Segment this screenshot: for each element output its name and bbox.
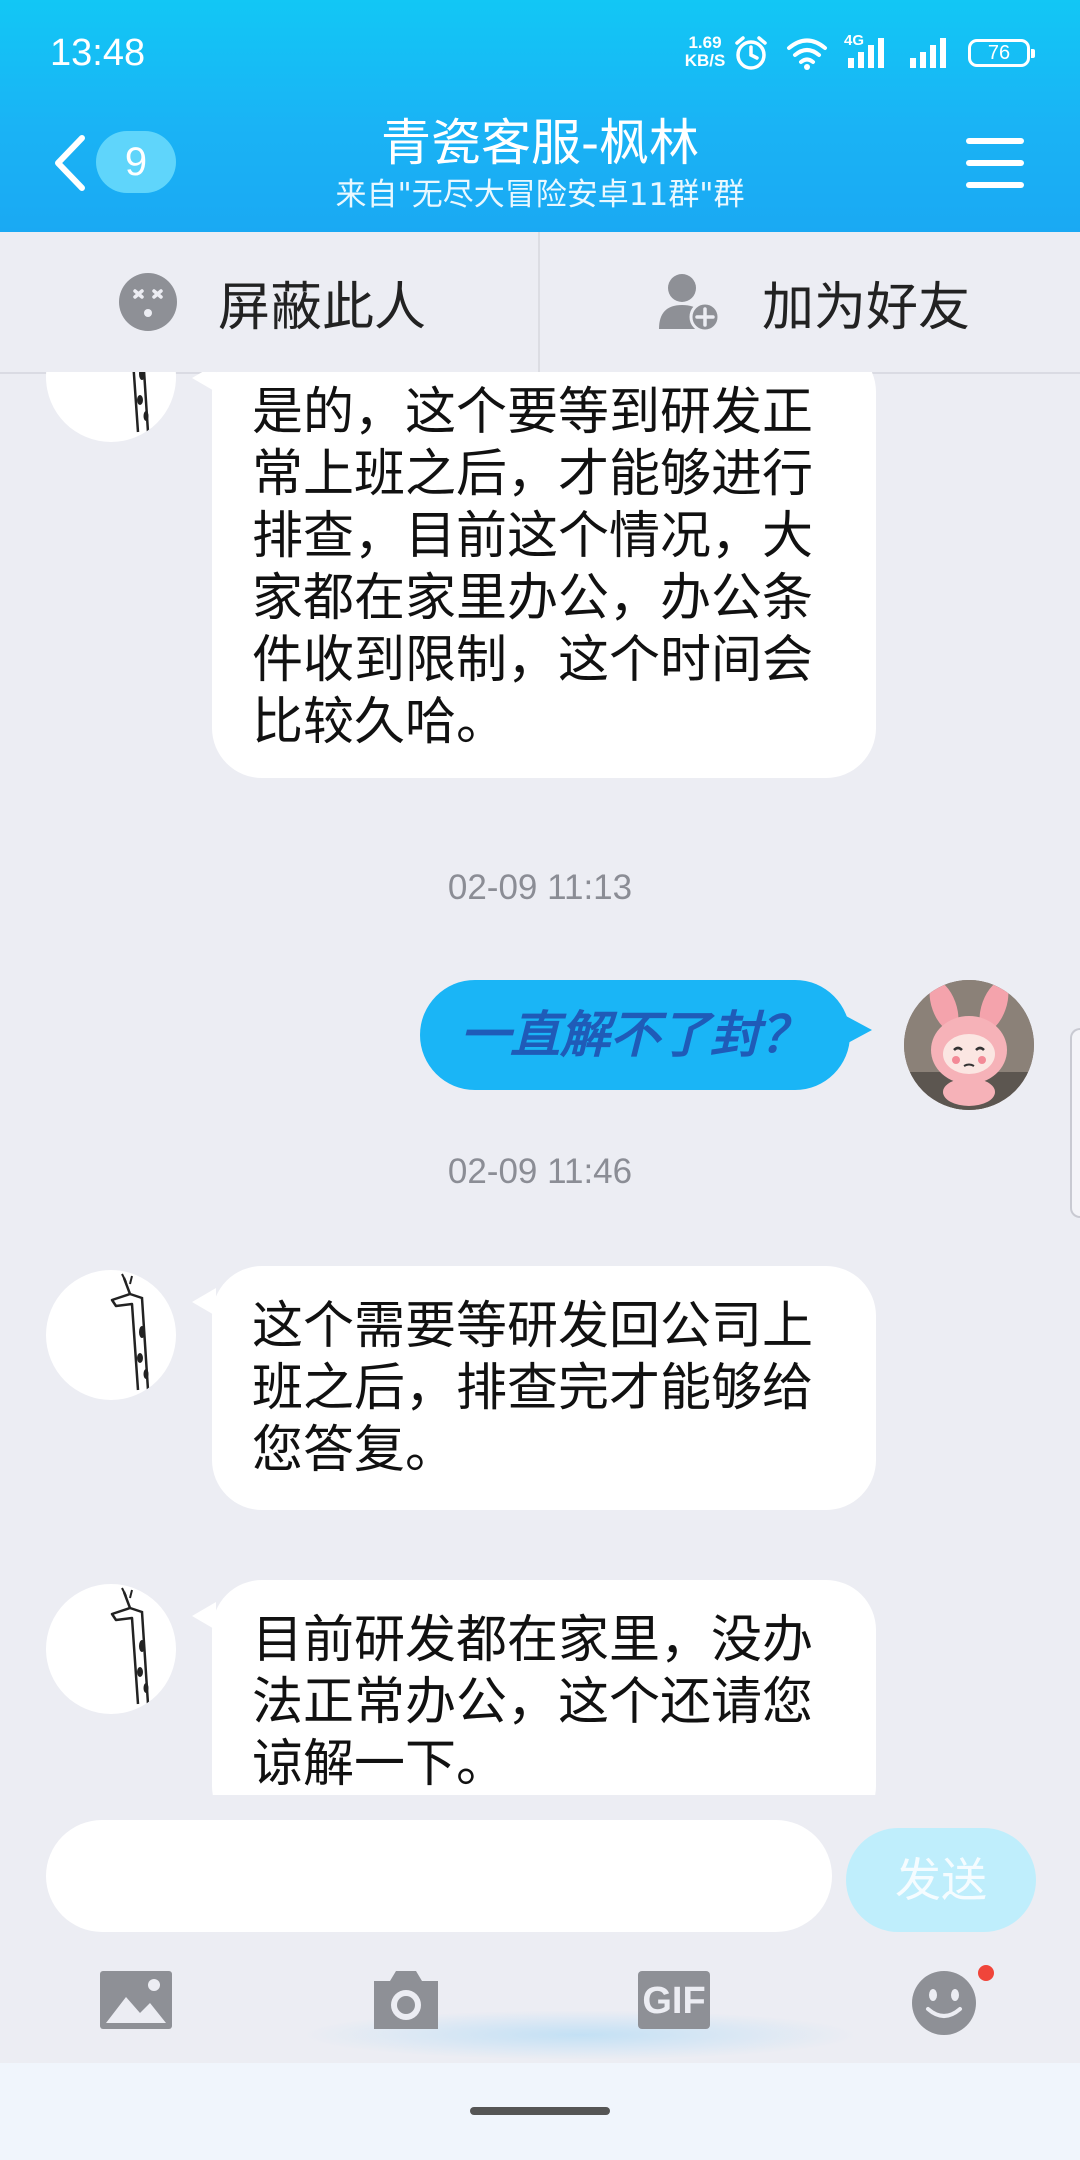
- add-person-icon: [659, 274, 721, 333]
- chevron-left-icon: [55, 135, 85, 191]
- network-speed-unit: KB/S: [684, 51, 726, 70]
- input-area: 发送 GIF: [0, 1795, 1080, 2063]
- scrollbar-handle[interactable]: [1070, 1028, 1080, 1218]
- header: 13:48 1.69 KB/S 4G 76 9 青瓷客服-枫林 来自"无尽大冒险…: [0, 0, 1080, 232]
- battery-icon: 76: [968, 39, 1035, 67]
- add-friend-button[interactable]: 加为好友: [656, 232, 970, 372]
- send-button[interactable]: 发送: [846, 1828, 1036, 1932]
- message-bubble-outgoing[interactable]: 一直解不了封？: [420, 980, 872, 1090]
- home-indicator[interactable]: [470, 2107, 610, 2115]
- menu-button[interactable]: [966, 138, 1024, 188]
- back-button[interactable]: 9: [50, 128, 180, 198]
- signal-bars-icon-2: [910, 38, 946, 68]
- chat-messages[interactable]: 是的，这个要等到研发正常上班之后，才能够进行排查，目前这个情况，大家都在家里办公…: [0, 372, 1080, 1795]
- contact-avatar[interactable]: [46, 1270, 176, 1400]
- menu-line: [966, 160, 1024, 166]
- add-friend-label: 加为好友: [762, 277, 971, 338]
- message-input[interactable]: [46, 1820, 832, 1932]
- user-avatar[interactable]: [904, 980, 1034, 1110]
- chat-subtitle: 来自"无尽大冒险安卓11群"群: [335, 177, 745, 213]
- camera-button[interactable]: [368, 1965, 444, 2035]
- network-speed: 1.69 KB/S: [680, 34, 730, 70]
- action-bar: 屏蔽此人 加为好友: [0, 232, 1080, 374]
- status-time: 13:48: [50, 32, 146, 74]
- network-speed-value: 1.69: [688, 33, 722, 52]
- message-bubble-incoming[interactable]: 是的，这个要等到研发正常上班之后，才能够进行排查，目前这个情况，大家都在家里办公…: [192, 372, 876, 778]
- contact-avatar[interactable]: [46, 372, 176, 442]
- giraffe-avatar-icon: [110, 1587, 150, 1705]
- chat-title-block[interactable]: 青瓷客服-枫林 来自"无尽大冒险安卓11群"群: [240, 112, 840, 216]
- message-timestamp: 02-09 11:46: [447, 1152, 633, 1191]
- status-bar: 13:48 1.69 KB/S 4G 76: [0, 0, 1080, 100]
- giraffe-avatar-icon: [110, 1273, 150, 1391]
- gif-label: GIF: [642, 1980, 706, 2022]
- unread-count-badge: 9: [96, 131, 176, 193]
- gif-button[interactable]: GIF: [636, 1965, 712, 2035]
- navigation-bar: [0, 2063, 1080, 2160]
- emoji-icon: [912, 1965, 994, 2035]
- divider: [538, 232, 540, 372]
- signal-4g: 4G: [844, 32, 892, 70]
- notification-dot: [978, 1965, 994, 1981]
- image-icon: [100, 1971, 172, 2029]
- message-bubble-incoming[interactable]: 这个需要等研发回公司上班之后，排查完才能够给您答复。: [192, 1266, 876, 1510]
- alarm-icon: [735, 36, 767, 70]
- wifi-icon: [787, 38, 827, 70]
- signal-bars-icon: [848, 38, 884, 68]
- chat-title: 青瓷客服-枫林: [380, 114, 700, 172]
- block-user-label: 屏蔽此人: [218, 277, 427, 338]
- camera-icon: [374, 1971, 438, 2029]
- block-face-icon: [119, 273, 177, 331]
- menu-line: [966, 138, 1024, 144]
- giraffe-avatar-icon: [132, 372, 150, 433]
- block-user-button[interactable]: 屏蔽此人: [118, 232, 426, 372]
- bunny-avatar-icon: [904, 980, 1034, 1110]
- contact-avatar[interactable]: [46, 1584, 176, 1714]
- status-icons: 4G 76: [732, 32, 1035, 72]
- emoji-button[interactable]: [906, 1965, 996, 2035]
- message-bubble-incoming[interactable]: 目前研发都在家里，没办法正常办公，这个还请您谅解一下。: [192, 1580, 876, 1795]
- menu-line: [966, 182, 1024, 188]
- image-button[interactable]: [98, 1965, 174, 2035]
- message-timestamp: 02-09 11:13: [447, 868, 633, 907]
